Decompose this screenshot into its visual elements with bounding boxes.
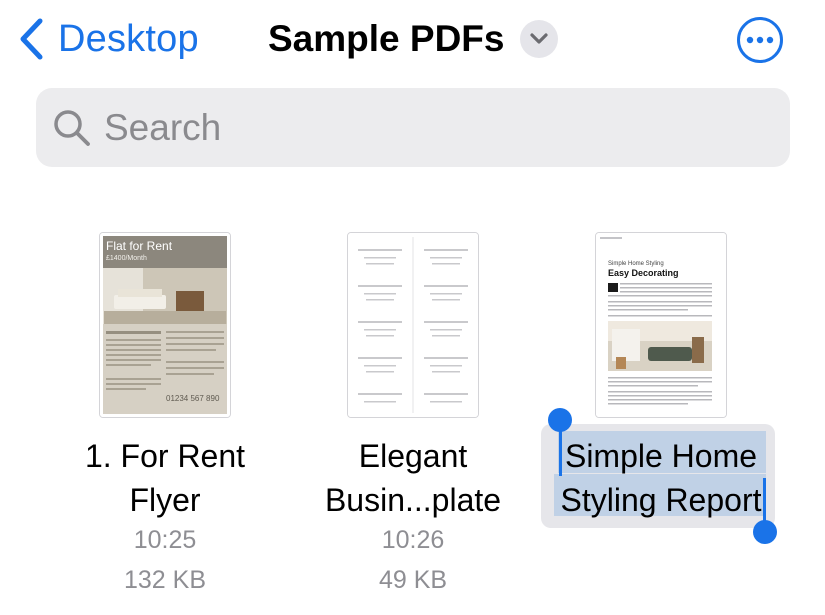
file-name-line-1: 1. For Rent	[84, 438, 246, 474]
back-button[interactable]: Desktop	[18, 14, 199, 64]
search-bar[interactable]	[36, 88, 790, 167]
file-name-line-2: Busin...plate	[324, 482, 502, 518]
file-name-line-1: Elegant	[358, 438, 468, 474]
navigation-bar: Desktop Sample PDFs	[0, 0, 825, 80]
file-time: 10:25	[133, 526, 197, 554]
file-size: 49 KB	[378, 566, 448, 594]
file-thumbnail[interactable]: Simple Home Styling Easy Decorating	[595, 232, 727, 418]
search-input[interactable]	[102, 105, 706, 150]
folder-title-group: Sample PDFs	[268, 14, 559, 64]
title-menu-button[interactable]	[520, 20, 559, 58]
business-card-preview	[348, 233, 478, 417]
selection-end-handle[interactable]	[753, 520, 777, 544]
flyer-heading: Flat for Rent	[106, 239, 173, 253]
report-kicker: Simple Home Styling	[608, 261, 664, 267]
chevron-left-icon	[20, 18, 43, 60]
file-time: 10:26	[381, 526, 445, 554]
back-label: Desktop	[58, 17, 199, 60]
selection-start-handle[interactable]	[548, 408, 572, 432]
more-options-icon[interactable]	[736, 16, 784, 64]
folder-title: Sample PDFs	[268, 18, 505, 59]
chevron-down-icon	[530, 33, 549, 44]
search-icon	[54, 109, 90, 146]
report-heading: Easy Decorating	[608, 268, 679, 278]
selection-end-handle-line	[763, 478, 766, 524]
flyer-subheading: £1400/Month	[106, 255, 147, 262]
flyer-phone: 01234 567 890	[166, 394, 220, 403]
selection-start-handle-line	[559, 428, 562, 476]
file-name-line-2: Flyer	[129, 482, 201, 518]
file-name-line-2[interactable]: Styling Report	[536, 478, 786, 522]
file-name-line-1[interactable]: Simple Home	[536, 434, 786, 478]
file-size: 132 KB	[123, 566, 206, 594]
file-thumbnail[interactable]: Flat for Rent £1400/Month 01234 567 890	[99, 232, 231, 418]
file-thumbnail[interactable]	[347, 232, 479, 418]
